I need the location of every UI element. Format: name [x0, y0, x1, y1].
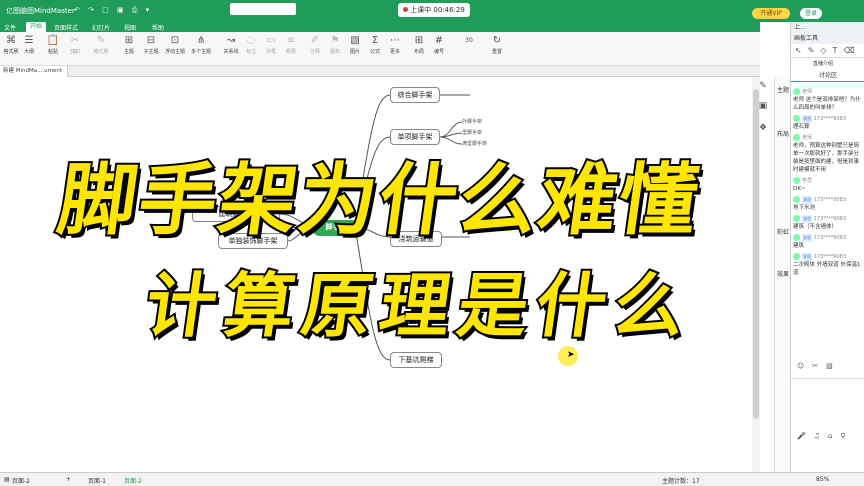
- title-field[interactable]: [230, 3, 296, 15]
- avatar: [793, 253, 800, 260]
- login-button[interactable]: 登录: [800, 8, 822, 19]
- quick-access-toolbar[interactable]: ↶ ↷ ▢ ▣ ⎙ ▾: [74, 6, 152, 15]
- live-chat-panel: 上... 画板工具 ↖✎◇T⌫ 直播介绍 讨论区 老师 老师 这个是双排架吧？为什…: [790, 22, 864, 472]
- whiteboard-tools-label: 画板工具: [791, 34, 864, 44]
- menu-home[interactable]: 开始: [26, 22, 47, 32]
- tool-boundary[interactable]: ▭ 外框: [260, 34, 282, 55]
- mindmap-node[interactable]: 下基坑爬梯: [390, 352, 442, 368]
- panel-label[interactable]: 布局: [777, 129, 789, 138]
- avatar: [793, 196, 800, 203]
- subtopic-label[interactable]: 里脚手架: [462, 129, 482, 136]
- page-tab-1[interactable]: 页面-1: [88, 476, 106, 485]
- avatar: [793, 234, 800, 241]
- chat-message: 学员 173****9083 地下水池: [793, 196, 847, 211]
- tool-numbering[interactable]: # 编号: [428, 34, 450, 55]
- menu-slides[interactable]: 幻灯片: [92, 23, 110, 32]
- tool-callout[interactable]: ◌ 标注: [240, 34, 262, 55]
- tool-topic[interactable]: ⊞ 主题: [118, 34, 140, 55]
- chat-message: 学员 173****9083 建筑（不含墙体）: [793, 215, 847, 230]
- chat-messages: 老师 老师 这个是双排架吧？为什么四周的叫单排？ 学员 173****9083 理石…: [791, 86, 864, 382]
- tool-outline[interactable]: ☰ 大纲: [18, 34, 40, 55]
- menu-bar: 文件 开始 页面样式 幻灯片 视图 帮助: [0, 22, 760, 32]
- tool-relationship[interactable]: ↝ 关系线: [220, 34, 242, 55]
- overlay-title-line1: 脚手架为什么难懂: [51, 154, 708, 248]
- add-page-icon[interactable]: +: [66, 476, 71, 483]
- document-tabs: 新建 MindMa....ument (3): [0, 66, 760, 85]
- panel-label[interactable]: 效果: [777, 269, 789, 278]
- avatar: [793, 115, 800, 122]
- tool-multi-topic[interactable]: ⋔ 多个主题: [190, 34, 212, 55]
- chat-input[interactable]: [791, 378, 864, 428]
- app-title: 亿图脑图MindMaster: [6, 7, 75, 15]
- tool-reset[interactable]: ↻ 重置: [486, 34, 508, 55]
- document-tab[interactable]: 新建 MindMa....ument (3): [0, 66, 68, 85]
- tool-layout[interactable]: ⊞ 布局: [408, 34, 430, 55]
- mindmap-node[interactable]: 综合脚手架: [390, 87, 440, 103]
- page-list-icon[interactable]: ▤: [4, 476, 10, 483]
- topic-count: 主题计数：17: [662, 478, 700, 485]
- cursor-icon: ➤: [567, 350, 575, 360]
- panel-label[interactable]: 主题: [777, 85, 789, 94]
- avatar: [793, 215, 800, 222]
- chat-message: 老师 老师，预算这种别墅只是简单一次那就好了，那手架分装是按里面的建，但是到事时建…: [793, 134, 860, 173]
- tool-summary[interactable]: ≡ 概要: [280, 34, 302, 55]
- avatar: [793, 134, 800, 141]
- mouse-cursor-highlight: ➤: [558, 346, 578, 366]
- subtopic-label[interactable]: 外脚手架: [462, 118, 482, 125]
- chat-message: 学员 173****9083 二次砌体 外墙双道 外保温1道: [793, 253, 861, 276]
- side-icon-bar: ✎ ▣ ❖: [752, 77, 772, 472]
- chat-tools[interactable]: ☺✂▧: [791, 362, 864, 374]
- tool-image[interactable]: ▧ 图片: [344, 34, 366, 55]
- avatar: [793, 88, 800, 95]
- tool-floating-topic[interactable]: ⊡ 浮动主题: [164, 34, 186, 55]
- tool-icon[interactable]: ⚑ 图标: [324, 34, 346, 55]
- zoom-level[interactable]: 85%: [816, 476, 829, 483]
- panel-label[interactable]: 彩虹: [777, 227, 789, 236]
- menu-file[interactable]: 文件: [4, 23, 16, 32]
- menu-help[interactable]: 帮助: [152, 23, 164, 32]
- tool-more[interactable]: ⋯ 更多: [384, 34, 406, 55]
- vip-button[interactable]: 开通VIP: [752, 8, 790, 19]
- page-selector[interactable]: 页面-2: [12, 476, 30, 485]
- tool-subtopic[interactable]: ⊟ 子主题: [140, 34, 162, 55]
- ribbon-toolbar: ⌘ 格式刷 ☰ 大纲 📋 粘贴 ✂ 剪切 ⧉ ✎ 格式刷 ⊞ 主题 ⊟ 子主题 ⊡ 浮动主题 ⋔…: [0, 32, 760, 66]
- recording-dot-icon: [403, 7, 409, 12]
- whiteboard-toolbar[interactable]: ↖✎◇T⌫: [791, 44, 864, 58]
- chat-message: 学员 OK~: [793, 177, 813, 192]
- overlay-title-line2: 计算原理是什么: [138, 263, 700, 349]
- menu-page-style[interactable]: 页面样式: [54, 23, 78, 32]
- discussion-tab[interactable]: 讨论区: [791, 70, 864, 82]
- tool-format-brush[interactable]: ✎ 格式刷: [90, 34, 112, 55]
- theme-icon[interactable]: ❖: [757, 123, 769, 135]
- tool-note[interactable]: ✐ 注释: [304, 34, 326, 55]
- tool-paste[interactable]: 📋 粘贴: [42, 34, 64, 55]
- live-intro-tab[interactable]: 直播介绍: [813, 60, 833, 67]
- layout-icon[interactable]: ▣: [757, 101, 769, 113]
- tool-copy[interactable]: ⧉: [64, 48, 86, 56]
- menu-view[interactable]: 视图: [124, 23, 136, 32]
- chat-header: 上...: [791, 22, 864, 34]
- chat-message: 老师 老师 这个是双排架吧？为什么四周的叫单排？: [793, 88, 861, 111]
- title-bar: 亿图脑图MindMaster ↶ ↷ ▢ ▣ ⎙ ▾ 上课中 00:46:29 …: [0, 0, 864, 22]
- class-timer: 上课中 00:46:29: [398, 3, 470, 17]
- tool-formula[interactable]: Σ 公式: [364, 34, 386, 55]
- font-size-field[interactable]: 30: [458, 34, 480, 48]
- style-icon[interactable]: ✎: [757, 81, 769, 93]
- chat-message: 学员 173****9083 建筑: [793, 234, 847, 249]
- status-bar: ▤ 页面-2 + 页面-1 页面-2 主题计数：17 85%: [0, 472, 864, 486]
- chat-message: 学员 173****9083 理石算: [793, 115, 847, 130]
- avatar: [793, 177, 800, 184]
- page-tab-2[interactable]: 页面-2: [124, 476, 142, 485]
- chat-bottom-bar[interactable]: 🎤♫⌂⚲: [791, 428, 864, 444]
